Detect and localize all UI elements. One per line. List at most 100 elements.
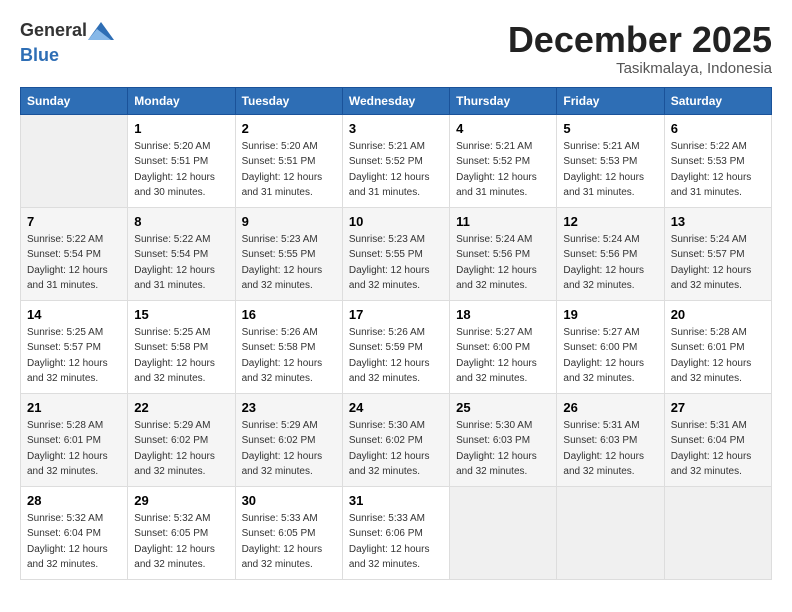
- day-info: Sunrise: 5:23 AMSunset: 5:55 PMDaylight:…: [349, 232, 443, 294]
- calendar-cell: 23Sunrise: 5:29 AMSunset: 6:02 PMDayligh…: [235, 393, 342, 486]
- day-number: 27: [671, 400, 765, 415]
- day-number: 11: [456, 214, 550, 229]
- day-number: 17: [349, 307, 443, 322]
- logo-icon: [87, 21, 115, 41]
- day-info: Sunrise: 5:30 AMSunset: 6:02 PMDaylight:…: [349, 418, 443, 480]
- calendar-cell: 4 Sunrise: 5:21 AMSunset: 5:52 PMDaylight…: [450, 114, 557, 207]
- day-info: Sunrise: 5:22 AMSunset: 5:54 PMDaylight:…: [134, 232, 228, 294]
- day-number: 16: [242, 307, 336, 322]
- day-number: 19: [563, 307, 657, 322]
- week-row-5: 28 Sunrise: 5:32 AMSunset: 6:04 PMDayligh…: [21, 486, 772, 579]
- day-info: Sunrise: 5:21 AMSunset: 5:52 PMDaylight:…: [349, 139, 443, 201]
- day-number: 15: [134, 307, 228, 322]
- calendar-cell: 22Sunrise: 5:29 AMSunset: 6:02 PMDayligh…: [128, 393, 235, 486]
- day-number: 12: [563, 214, 657, 229]
- day-number: 18: [456, 307, 550, 322]
- day-info: Sunrise: 5:29 AMSunset: 6:02 PMDaylight:…: [242, 418, 336, 480]
- day-info: Sunrise: 5:20 AMSunset: 5:51 PMDaylight:…: [134, 139, 228, 201]
- calendar-cell: 26 Sunrise: 5:31 AMSunset: 6:03 PMDayligh…: [557, 393, 664, 486]
- day-number: 2: [242, 121, 336, 136]
- calendar-cell: 11Sunrise: 5:24 AMSunset: 5:56 PMDayligh…: [450, 207, 557, 300]
- day-info: Sunrise: 5:25 AMSunset: 5:58 PMDaylight:…: [134, 325, 228, 387]
- day-number: 6: [671, 121, 765, 136]
- calendar-cell: 13 Sunrise: 5:24 AMSunset: 5:57 PMDayligh…: [664, 207, 771, 300]
- day-info: Sunrise: 5:28 AMSunset: 6:01 PMDaylight:…: [27, 418, 121, 480]
- day-info: Sunrise: 5:32 AMSunset: 6:05 PMDaylight:…: [134, 511, 228, 573]
- day-info: Sunrise: 5:21 AMSunset: 5:52 PMDaylight:…: [456, 139, 550, 201]
- month-title: December 2025: [508, 20, 772, 60]
- week-row-4: 21Sunrise: 5:28 AMSunset: 6:01 PMDayligh…: [21, 393, 772, 486]
- day-number: 1: [134, 121, 228, 136]
- day-number: 8: [134, 214, 228, 229]
- day-number: 14: [27, 307, 121, 322]
- day-info: Sunrise: 5:25 AMSunset: 5:57 PMDaylight:…: [27, 325, 121, 387]
- day-info: Sunrise: 5:21 AMSunset: 5:53 PMDaylight:…: [563, 139, 657, 201]
- calendar-cell: 5Sunrise: 5:21 AMSunset: 5:53 PMDaylight…: [557, 114, 664, 207]
- column-header-tuesday: Tuesday: [235, 87, 342, 114]
- calendar-cell: [664, 486, 771, 579]
- calendar-cell: 7 Sunrise: 5:22 AMSunset: 5:54 PMDaylight…: [21, 207, 128, 300]
- week-row-2: 7 Sunrise: 5:22 AMSunset: 5:54 PMDaylight…: [21, 207, 772, 300]
- calendar-cell: 28 Sunrise: 5:32 AMSunset: 6:04 PMDayligh…: [21, 486, 128, 579]
- calendar-cell: 12 Sunrise: 5:24 AMSunset: 5:56 PMDayligh…: [557, 207, 664, 300]
- day-number: 30: [242, 493, 336, 508]
- calendar-cell: [450, 486, 557, 579]
- logo: General Blue: [20, 20, 115, 66]
- calendar-cell: 1 Sunrise: 5:20 AMSunset: 5:51 PMDaylight…: [128, 114, 235, 207]
- subtitle: Tasikmalaya, Indonesia: [508, 60, 772, 77]
- day-info: Sunrise: 5:23 AMSunset: 5:55 PMDaylight:…: [242, 232, 336, 294]
- day-info: Sunrise: 5:33 AMSunset: 6:06 PMDaylight:…: [349, 511, 443, 573]
- day-number: 31: [349, 493, 443, 508]
- calendar-cell: 9 Sunrise: 5:23 AMSunset: 5:55 PMDaylight…: [235, 207, 342, 300]
- day-number: 13: [671, 214, 765, 229]
- day-info: Sunrise: 5:27 AMSunset: 6:00 PMDaylight:…: [563, 325, 657, 387]
- day-info: Sunrise: 5:26 AMSunset: 5:59 PMDaylight:…: [349, 325, 443, 387]
- calendar-cell: 25 Sunrise: 5:30 AMSunset: 6:03 PMDayligh…: [450, 393, 557, 486]
- day-number: 22: [134, 400, 228, 415]
- calendar-cell: 20 Sunrise: 5:28 AMSunset: 6:01 PMDayligh…: [664, 300, 771, 393]
- calendar-cell: 19 Sunrise: 5:27 AMSunset: 6:00 PMDayligh…: [557, 300, 664, 393]
- calendar-cell: 6 Sunrise: 5:22 AMSunset: 5:53 PMDaylight…: [664, 114, 771, 207]
- calendar-cell: 2 Sunrise: 5:20 AMSunset: 5:51 PMDaylight…: [235, 114, 342, 207]
- logo-blue: Blue: [20, 45, 59, 66]
- title-area: December 2025 Tasikmalaya, Indonesia: [508, 20, 772, 77]
- day-number: 9: [242, 214, 336, 229]
- calendar-cell: 24 Sunrise: 5:30 AMSunset: 6:02 PMDayligh…: [342, 393, 449, 486]
- day-info: Sunrise: 5:28 AMSunset: 6:01 PMDaylight:…: [671, 325, 765, 387]
- day-number: 7: [27, 214, 121, 229]
- day-number: 20: [671, 307, 765, 322]
- day-info: Sunrise: 5:31 AMSunset: 6:04 PMDaylight:…: [671, 418, 765, 480]
- day-info: Sunrise: 5:22 AMSunset: 5:53 PMDaylight:…: [671, 139, 765, 201]
- calendar-cell: 8 Sunrise: 5:22 AMSunset: 5:54 PMDaylight…: [128, 207, 235, 300]
- logo-general: General: [20, 20, 87, 41]
- calendar-cell: 31 Sunrise: 5:33 AMSunset: 6:06 PMDayligh…: [342, 486, 449, 579]
- day-number: 28: [27, 493, 121, 508]
- day-number: 25: [456, 400, 550, 415]
- calendar-cell: 17 Sunrise: 5:26 AMSunset: 5:59 PMDayligh…: [342, 300, 449, 393]
- calendar-header-row: SundayMondayTuesdayWednesdayThursdayFrid…: [21, 87, 772, 114]
- day-info: Sunrise: 5:26 AMSunset: 5:58 PMDaylight:…: [242, 325, 336, 387]
- day-number: 24: [349, 400, 443, 415]
- day-number: 29: [134, 493, 228, 508]
- day-info: Sunrise: 5:31 AMSunset: 6:03 PMDaylight:…: [563, 418, 657, 480]
- day-info: Sunrise: 5:32 AMSunset: 6:04 PMDaylight:…: [27, 511, 121, 573]
- day-info: Sunrise: 5:20 AMSunset: 5:51 PMDaylight:…: [242, 139, 336, 201]
- calendar-cell: 10Sunrise: 5:23 AMSunset: 5:55 PMDayligh…: [342, 207, 449, 300]
- day-info: Sunrise: 5:33 AMSunset: 6:05 PMDaylight:…: [242, 511, 336, 573]
- day-info: Sunrise: 5:22 AMSunset: 5:54 PMDaylight:…: [27, 232, 121, 294]
- column-header-wednesday: Wednesday: [342, 87, 449, 114]
- calendar-cell: 30 Sunrise: 5:33 AMSunset: 6:05 PMDayligh…: [235, 486, 342, 579]
- column-header-friday: Friday: [557, 87, 664, 114]
- day-number: 26: [563, 400, 657, 415]
- day-info: Sunrise: 5:24 AMSunset: 5:56 PMDaylight:…: [563, 232, 657, 294]
- day-number: 4: [456, 121, 550, 136]
- calendar-cell: [557, 486, 664, 579]
- week-row-3: 14 Sunrise: 5:25 AMSunset: 5:57 PMDayligh…: [21, 300, 772, 393]
- week-row-1: 1 Sunrise: 5:20 AMSunset: 5:51 PMDaylight…: [21, 114, 772, 207]
- calendar-cell: 27 Sunrise: 5:31 AMSunset: 6:04 PMDayligh…: [664, 393, 771, 486]
- day-info: Sunrise: 5:30 AMSunset: 6:03 PMDaylight:…: [456, 418, 550, 480]
- calendar-table: SundayMondayTuesdayWednesdayThursdayFrid…: [20, 87, 772, 580]
- day-info: Sunrise: 5:24 AMSunset: 5:57 PMDaylight:…: [671, 232, 765, 294]
- day-number: 3: [349, 121, 443, 136]
- column-header-monday: Monday: [128, 87, 235, 114]
